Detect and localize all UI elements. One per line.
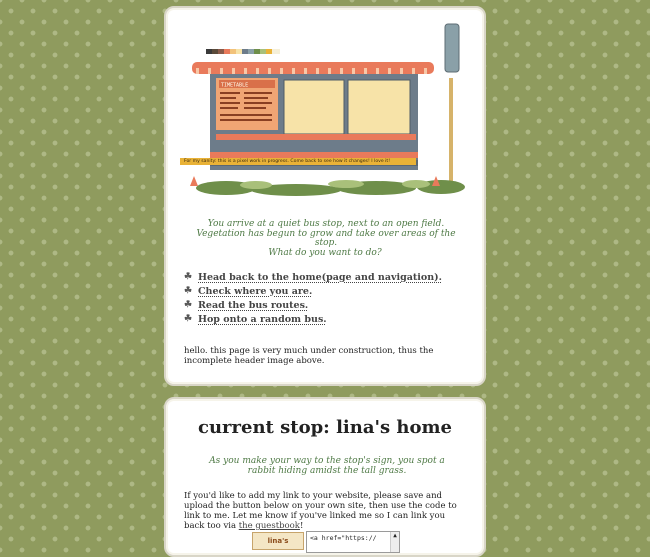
list-item: ☘ Head back to the home(page and navigat… [184, 270, 442, 284]
link-random-bus[interactable]: Hop onto a random bus. [198, 314, 327, 325]
navigation-links: ☘ Head back to the home(page and navigat… [184, 270, 442, 326]
intro-text: You arrive at a quiet bus stop, next to … [196, 219, 456, 248]
sign-pole [449, 78, 453, 190]
page-title: current stop: lina's home [197, 417, 452, 438]
shelter-roof [192, 62, 434, 74]
clover-bullet-icon: ☘ [184, 272, 193, 282]
link-back-text: If you'd like to add my link to your web… [184, 491, 468, 531]
shelter-window [347, 79, 411, 135]
link-bus-routes[interactable]: Read the bus routes. [198, 300, 308, 311]
code-snippet: <a href="https:// [310, 534, 377, 542]
question-text: What do you want to do? [268, 248, 382, 258]
link-back-body: If you'd like to add my link to your web… [184, 491, 457, 531]
list-item: ☘ Hop onto a random bus. [184, 312, 442, 326]
list-item: ☘ Check where you are. [184, 284, 442, 298]
bus-stop-sign [444, 23, 460, 73]
bus-stop-header-image: TIMETABLE [186, 22, 470, 206]
shelter-window [283, 79, 345, 135]
site-button-image[interactable]: lina's [252, 532, 304, 550]
construction-note: hello. this page is very much under cons… [184, 346, 434, 366]
list-item: ☘ Read the bus routes. [184, 298, 442, 312]
bench-back [216, 134, 416, 140]
link-home[interactable]: Head back to the home(page and navigatio… [198, 272, 442, 283]
clover-bullet-icon: ☘ [184, 300, 193, 310]
scrolling-marquee: For my sanity: this is a pixel work in p… [180, 158, 416, 165]
main-card: TIMETABLE For my sanity: this is a pixel… [164, 6, 486, 386]
clover-bullet-icon: ☘ [184, 286, 193, 296]
palette-swatch [206, 49, 280, 54]
link-check-location[interactable]: Check where you are. [198, 286, 312, 297]
clover-bullet-icon: ☘ [184, 314, 193, 324]
scrollbar[interactable]: ▲ [390, 532, 399, 552]
rabbit-intro-text: As you make your way to the stop's sign,… [209, 456, 445, 476]
link-back-end: ! [299, 521, 304, 531]
traffic-cone [190, 176, 198, 186]
timetable-title: TIMETABLE [221, 83, 248, 89]
guestbook-link[interactable]: the guestbook [239, 521, 300, 531]
current-stop-card: current stop: lina's home As you make yo… [164, 397, 486, 557]
link-code-textarea[interactable]: <a href="https:// ▲ [306, 531, 400, 553]
